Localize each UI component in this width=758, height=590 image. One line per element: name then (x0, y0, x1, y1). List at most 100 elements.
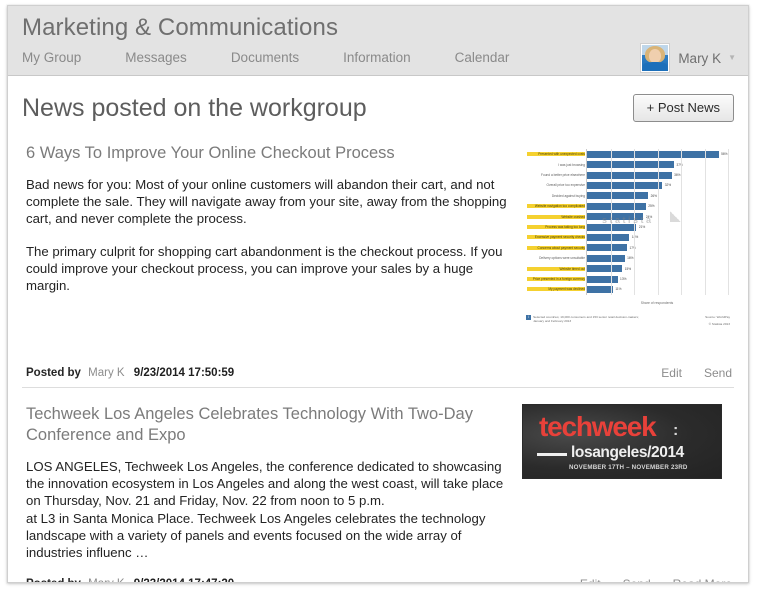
posted-timestamp: 9/23/2014 17:47:20 (134, 578, 234, 582)
chart-gridline (681, 149, 682, 295)
techweek-colon: : (673, 422, 679, 439)
workgroup-header: Marketing & Communications My Group Mess… (8, 6, 748, 76)
news-media: techweek : losangeles/2014 NOVEMBER 17TH… (522, 404, 734, 479)
info-icon: i (526, 315, 531, 320)
chart-bar (587, 161, 674, 169)
chart-bar (587, 254, 625, 262)
page-title: News posted on the workgroup (22, 94, 367, 122)
nav-item-my-group[interactable]: My Group (22, 50, 81, 65)
chart-bar (587, 265, 623, 273)
page-title-workgroup: Marketing & Communications (22, 14, 339, 41)
chart-x-axis-label: Share of respondents (640, 301, 674, 305)
chart-value-label: 32% (664, 183, 672, 188)
posted-timestamp: 9/23/2014 17:50:59 (133, 367, 235, 379)
edit-link[interactable]: Edit (661, 366, 682, 380)
send-link[interactable]: Send (623, 577, 651, 582)
chart-category-label: Presented with unexpected costs (527, 152, 585, 157)
techweek-city: losangeles/2014 (571, 444, 684, 461)
chart-value-label: 24% (645, 214, 653, 219)
chevron-down-icon[interactable]: ▼ (728, 54, 736, 62)
chart-category-label: Website crashed (527, 214, 585, 219)
chart-category-label: Process was taking too long (527, 225, 585, 230)
chart-value-label: 21% (638, 225, 646, 230)
chart-category-label: I was just browsing (558, 162, 585, 167)
news-item: Techweek Los Angeles Celebrates Technolo… (22, 388, 734, 582)
page-header: News posted on the workgroup + Post News (22, 76, 734, 127)
news-body: Bad news for you: Most of your online cu… (26, 176, 508, 294)
posted-by-label: Posted by (26, 578, 81, 582)
news-item: 6 Ways To Improve Your Online Checkout P… (22, 127, 734, 388)
chart-footer: i Selected countries; 19,000 consumers a… (526, 315, 730, 327)
chart-category-label: Delivery options were unsuitable (539, 256, 585, 261)
chart-bar (587, 233, 630, 241)
main-content: News posted on the workgroup + Post News… (8, 76, 748, 582)
chart-value-label: 15% (624, 266, 632, 271)
edit-link[interactable]: Edit (580, 577, 601, 582)
chart-value-label: 25% (648, 204, 655, 209)
posted-author: Mary K (88, 578, 124, 582)
posted-meta: Posted by Mary K 9/23/2014 17:47:20 (26, 578, 234, 582)
chart-bar (587, 202, 646, 210)
nav-item-documents[interactable]: Documents (231, 50, 299, 65)
chart-category-label: Overall price too expensive (546, 183, 585, 188)
chart-copyright: © Statista 2013 (708, 322, 730, 327)
news-footer: Posted by Mary K 9/23/2014 17:47:20 Edit… (22, 571, 734, 582)
chart-category-label: Found a better price elsewhere (541, 173, 585, 178)
techweek-dates: NOVEMBER 17TH – NOVEMBER 23RD (569, 464, 688, 471)
news-actions: Edit Send (639, 366, 732, 380)
chart-bar (587, 275, 618, 283)
chart-category-label: Price presented in a foreign currency (527, 277, 585, 282)
user-menu[interactable]: Mary K ▼ (641, 44, 736, 72)
chart-value-label: 56% (721, 152, 728, 157)
chart-bar (587, 285, 613, 293)
chart-bar (587, 192, 649, 200)
news-media: Presented with unexpected costs 56% I was … (522, 143, 734, 338)
posted-meta: Posted by Mary K 9/23/2014 17:50:59 (26, 367, 234, 379)
chart-source: Source: WorldPay (705, 315, 730, 319)
chart-gridline (728, 149, 729, 295)
news-paragraph: Bad news for you: Most of your online cu… (26, 177, 507, 227)
chart-value-label: 11% (615, 287, 622, 292)
posted-author: Mary K (88, 367, 125, 379)
chart-value-label: 36% (674, 173, 681, 178)
chart-value-label: 16% (627, 256, 634, 261)
news-footer: Posted by Mary K 9/23/2014 17:50:59 Edit… (22, 360, 734, 388)
chart-plot-area: Presented with unexpected costs 56% I was … (527, 149, 729, 295)
main-nav: My Group Messages Documents Information … (22, 50, 509, 65)
chart-bar (587, 223, 637, 231)
chart-category-label: Decided against buying (551, 193, 585, 198)
chart-bar (587, 244, 627, 252)
news-title[interactable]: 6 Ways To Improve Your Online Checkout P… (26, 143, 508, 164)
send-link[interactable]: Send (704, 366, 732, 380)
chart-category-label: Website timed out (527, 266, 585, 271)
nav-item-information[interactable]: Information (343, 50, 411, 65)
news-paragraph: LOS ANGELES, Techweek Los Angeles, the c… (26, 459, 504, 509)
post-news-button[interactable]: + Post News (632, 94, 734, 122)
chart-value-label: 13% (620, 277, 627, 282)
nav-item-calendar[interactable]: Calendar (455, 50, 510, 65)
user-name: Mary K (678, 50, 722, 66)
news-actions: Edit Send Read More (558, 577, 732, 582)
chart-footnote: Selected countries; 19,000 consumers and… (533, 315, 639, 324)
techweek-banner-image: techweek : losangeles/2014 NOVEMBER 17TH… (522, 404, 722, 479)
news-paragraph: The primary culprit for shopping cart ab… (26, 243, 503, 294)
cart-abandonment-bar-chart: Presented with unexpected costs 56% I was … (522, 143, 734, 338)
avatar (641, 44, 670, 72)
nav-item-messages[interactable]: Messages (125, 50, 187, 65)
chart-gridline (657, 149, 659, 295)
chart-gridline (704, 149, 706, 295)
chart-category-label: Excessive payment security checks (527, 235, 585, 240)
read-more-link[interactable]: Read More (673, 577, 732, 582)
techweek-wordmark: techweek (539, 411, 657, 442)
posted-by-label: Posted by (26, 367, 81, 379)
news-title[interactable]: Techweek Los Angeles Celebrates Technolo… (26, 404, 508, 446)
news-paragraph: at L3 in Santa Monica Place. Techweek Lo… (26, 510, 486, 561)
chart-category-label: Concerns about payment security (527, 245, 585, 250)
chart-bar (587, 181, 663, 189)
chart-gridline (634, 149, 635, 295)
news-body: LOS ANGELES, Techweek Los Angeles, the c… (26, 458, 508, 561)
app-window: Marketing & Communications My Group Mess… (7, 5, 749, 583)
chart-value-label: 26% (650, 193, 657, 198)
chart-bar (587, 171, 672, 179)
chart-bar (587, 150, 719, 158)
